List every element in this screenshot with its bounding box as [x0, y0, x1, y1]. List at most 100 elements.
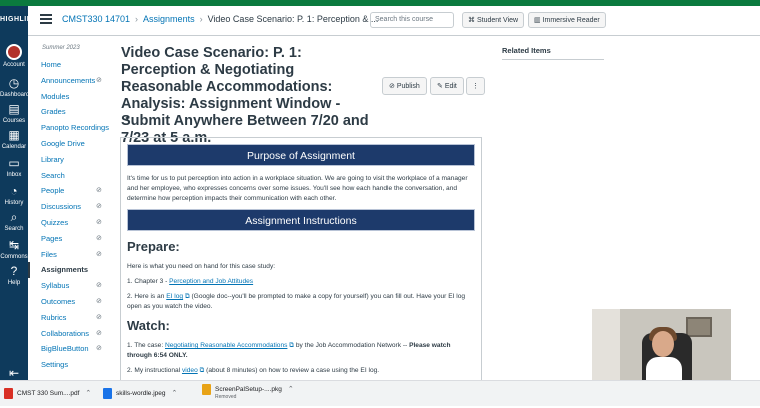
global-nav-dashboard[interactable]: ◷ Dashboard	[0, 76, 29, 98]
institution-logo[interactable]: HIGHLINE COLLEGE	[0, 8, 28, 34]
prepare-item-2: 2. Here is an EI log ⧉ (Google doc--you'…	[127, 292, 475, 312]
course-nav-rubrics[interactable]: Rubrics ⊘	[28, 310, 108, 326]
global-nav-account[interactable]: Account	[0, 44, 28, 68]
course-nav-people[interactable]: People ⊘	[28, 183, 108, 199]
chevron-up-icon[interactable]: ⌃	[172, 390, 178, 397]
course-nav-label: Modules	[41, 91, 70, 101]
image-file-icon	[103, 388, 112, 399]
course-nav-syllabus[interactable]: Syllabus ⊘	[28, 278, 108, 294]
edit-button[interactable]: ✎ Edit	[430, 77, 464, 95]
download-status: Removed	[215, 394, 237, 400]
search-icon: ⌕	[10, 210, 18, 224]
course-search-input[interactable]: Search this course	[370, 12, 454, 28]
course-nav-bigbluebutton[interactable]: BigBlueButton ⊘	[28, 341, 108, 357]
text-span: 1. The case:	[127, 342, 165, 349]
collapse-nav-icon[interactable]: ⇤	[0, 366, 28, 380]
unpublished-icon: ⊘	[389, 83, 397, 90]
hidden-eye-icon: ⊘	[96, 218, 102, 226]
global-nav-inbox[interactable]: ▭ Inbox	[0, 156, 28, 178]
download-item-1[interactable]: CMST 330 Sum....pdf ⌃	[4, 388, 91, 408]
course-nav-google-drive[interactable]: Google Drive	[28, 136, 108, 152]
global-nav-label: Inbox	[6, 172, 22, 178]
pdf-file-icon	[4, 388, 13, 399]
course-nav-outcomes[interactable]: Outcomes ⊘	[28, 294, 108, 310]
watch-item-2: 2. My instructional video ⧉ (about 8 min…	[127, 366, 475, 376]
glasses-icon: ⌘	[468, 17, 477, 24]
course-nav-library[interactable]: Library	[28, 152, 108, 168]
text-span: 2. Here is an	[127, 293, 167, 300]
help-icon: ?	[10, 264, 18, 278]
course-nav-grades[interactable]: Grades	[28, 104, 108, 120]
chevron-up-icon[interactable]: ⌃	[85, 390, 91, 397]
course-nav-collaborations[interactable]: Collaborations ⊘	[28, 326, 108, 342]
prepare-item-1: 1. Chapter 3 - Perception and Job Attitu…	[127, 277, 475, 287]
course-nav-label: Announcements	[41, 75, 96, 85]
course-nav-files[interactable]: Files ⊘	[28, 247, 108, 263]
dashboard-icon: ◷	[8, 76, 20, 90]
immersive-reader-button[interactable]: ▥ Immersive Reader	[528, 12, 606, 28]
global-nav-label: History	[4, 200, 24, 206]
global-nav-label: Account	[3, 62, 25, 68]
case-video-link[interactable]: Negotiating Reasonable Accommodations	[165, 342, 287, 349]
course-nav-label: Outcomes	[41, 296, 76, 306]
course-nav-discussions[interactable]: Discussions ⊘	[28, 199, 108, 215]
chevron-up-icon[interactable]: ⌃	[288, 386, 294, 393]
global-nav-commons[interactable]: ↹ Commons	[0, 238, 28, 260]
global-navigation: HIGHLINE COLLEGE Account ◷ Dashboard ▤ C…	[0, 6, 29, 380]
global-nav-search[interactable]: ⌕ Search	[0, 210, 28, 232]
publish-button[interactable]: ⊘ Publish	[382, 77, 427, 95]
more-options-button[interactable]: ⋮	[466, 77, 485, 95]
global-nav-courses[interactable]: ▤ Courses	[0, 102, 28, 124]
download-bar: CMST 330 Sum....pdf ⌃ skills-wordle.jpeg ⌃…	[0, 380, 760, 406]
hidden-eye-icon: ⊘	[96, 345, 102, 353]
global-nav-label: Commons	[0, 254, 28, 260]
hamburger-menu-icon[interactable]	[40, 14, 52, 24]
breadcrumb-course[interactable]: CMST330 14701	[62, 14, 130, 24]
calendar-icon: ▦	[8, 128, 20, 142]
hidden-eye-icon: ⊘	[96, 313, 102, 321]
course-nav-search[interactable]: Search	[28, 168, 108, 184]
global-nav-help[interactable]: ? Help	[0, 264, 28, 286]
download-item-3[interactable]: ScreenPalSetup-....pkg ⌃ Removed	[202, 384, 294, 404]
watch-heading: Watch:	[127, 318, 170, 333]
download-item-2[interactable]: skills-wordle.jpeg ⌃	[103, 388, 177, 408]
global-nav-history[interactable]: ◔ History	[0, 184, 28, 206]
ai-sparkle-icon[interactable]: ✦	[124, 114, 131, 123]
course-nav-settings[interactable]: Settings	[28, 357, 108, 373]
course-nav-label: Search	[41, 170, 65, 180]
page-title: Video Case Scenario: P. 1: Perception & …	[121, 45, 369, 146]
course-nav-modules[interactable]: Modules	[28, 89, 108, 105]
global-nav-calendar[interactable]: ▦ Calendar	[0, 128, 28, 150]
course-nav-label: Pages	[41, 233, 63, 243]
breadcrumb-separator-icon: ›	[135, 14, 139, 24]
course-nav-home[interactable]: Home	[28, 57, 108, 73]
course-nav-label: Discussions	[41, 202, 82, 212]
ei-log-link[interactable]: EI log	[166, 293, 183, 300]
video-person-head	[652, 331, 674, 357]
course-nav-quizzes[interactable]: Quizzes ⊘	[28, 215, 108, 231]
global-nav-label: Help	[7, 280, 21, 286]
course-nav-label: BigBlueButton	[41, 344, 89, 354]
course-nav-pages[interactable]: Pages ⊘	[28, 231, 108, 247]
course-nav-label: Home	[41, 60, 62, 69]
webcam-overlay[interactable]	[592, 309, 731, 387]
prepare-heading: Prepare:	[127, 239, 180, 254]
related-items-heading: Related Items	[502, 46, 551, 55]
course-nav-announcements[interactable]: Announcements ⊘	[28, 73, 108, 89]
download-name: CMST 330 Sum....pdf	[17, 390, 80, 398]
text-span: by the Job Accommodation Network --	[294, 342, 410, 349]
video-wall-art	[686, 317, 712, 337]
course-nav-assignments[interactable]: Assignments	[28, 262, 108, 279]
breadcrumb-assignments[interactable]: Assignments	[143, 14, 195, 24]
text-span: (about 8 minutes) on how to review a cas…	[204, 367, 380, 374]
course-nav-label: Syllabus	[41, 281, 70, 291]
instructional-video-link[interactable]: video	[182, 367, 198, 374]
breadcrumb: CMST330 14701 › Assignments › Video Case Sce…	[62, 14, 378, 24]
student-view-button[interactable]: ⌘ Student View	[462, 12, 525, 28]
perception-job-attitudes-link[interactable]: Perception and Job Attitudes	[169, 278, 253, 285]
course-nav-panopto-recordings[interactable]: Panopto Recordings	[28, 120, 109, 136]
course-nav-label: People	[41, 186, 65, 196]
global-nav-label: Calendar	[1, 144, 27, 150]
commons-icon: ↹	[8, 238, 20, 252]
course-nav-label: Library	[41, 154, 64, 164]
